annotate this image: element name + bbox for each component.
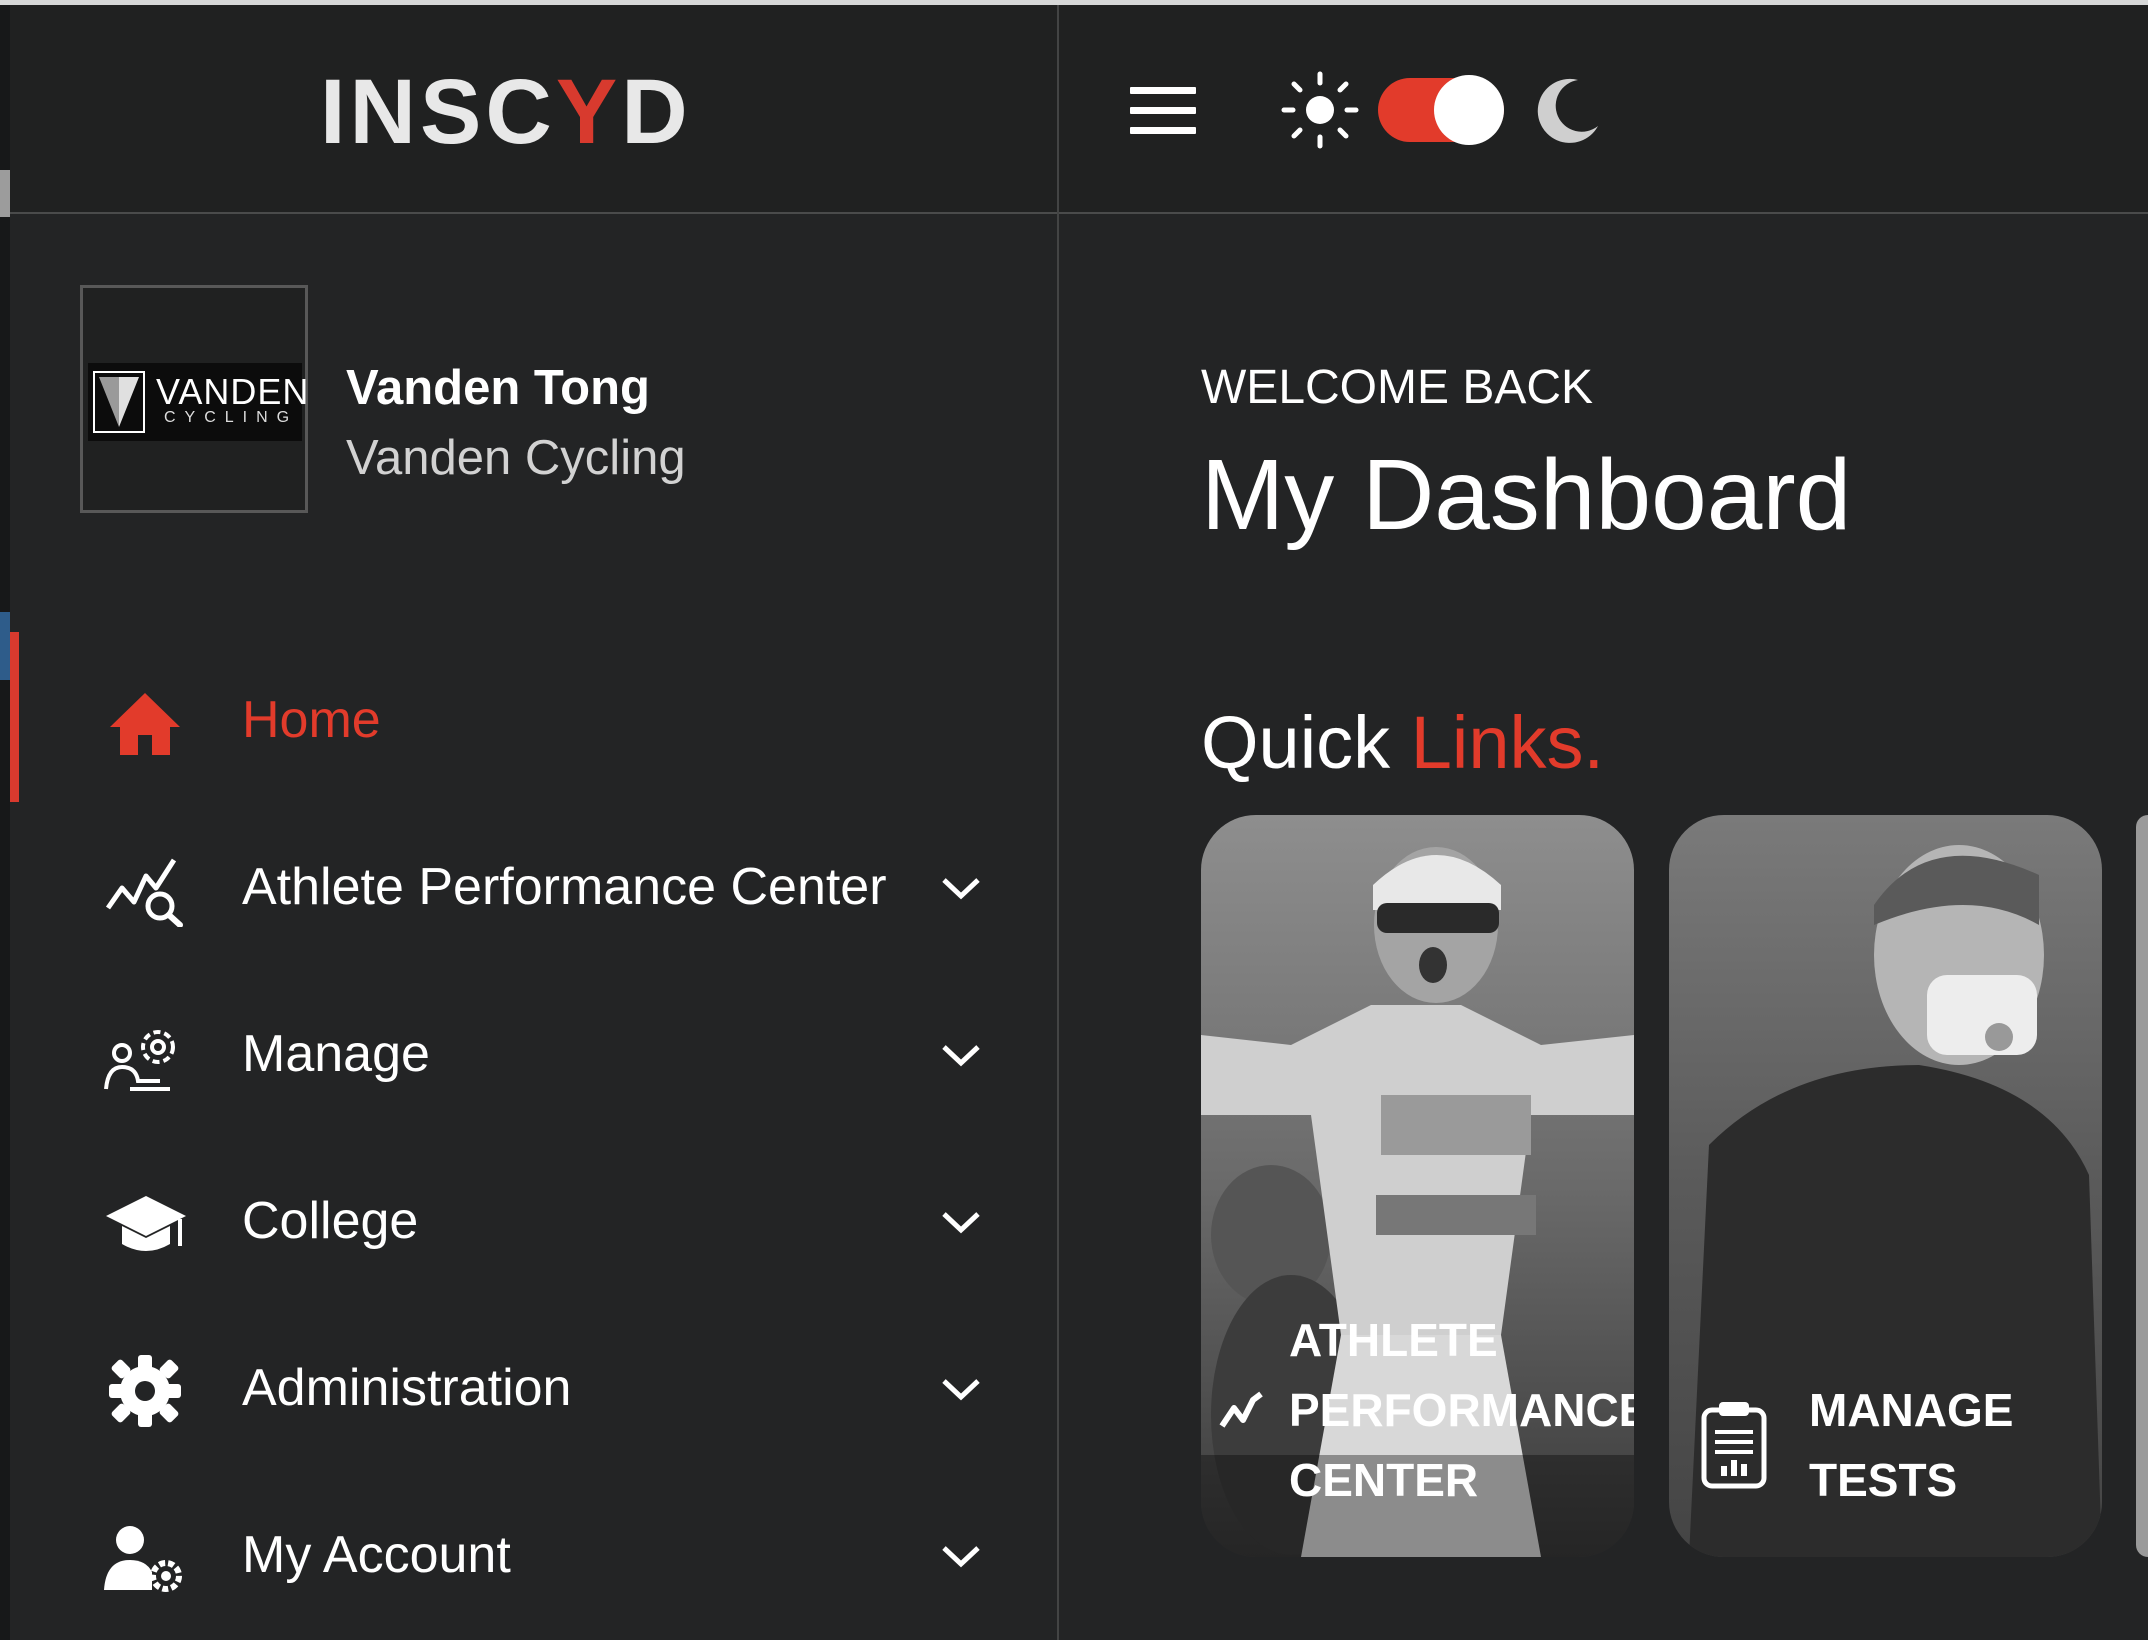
sidebar-item-athlete-performance-center[interactable]: Athlete Performance Center xyxy=(100,830,990,940)
user-name: Vanden Tong xyxy=(346,361,650,415)
clipboard-chart-icon xyxy=(1701,1402,1767,1489)
quick-link-next-card-edge[interactable] xyxy=(2136,815,2148,1557)
chevron-down-icon[interactable] xyxy=(938,1540,984,1570)
sidebar-item-college[interactable]: College xyxy=(100,1164,990,1274)
sidebar-item-label: My Account xyxy=(242,1526,511,1584)
active-nav-indicator xyxy=(10,632,19,802)
sidebar-item-label: Manage xyxy=(242,1025,430,1083)
chevron-down-icon[interactable] xyxy=(938,872,984,902)
toggle-knob xyxy=(1434,75,1504,145)
sidebar-item-label: Athlete Performance Center xyxy=(242,858,887,916)
sidebar-item-label: Administration xyxy=(242,1359,572,1417)
team-logo: VANDEN CYCLING xyxy=(80,285,308,513)
sidebar-item-label: College xyxy=(242,1192,419,1250)
performance-icon xyxy=(1219,1391,1263,1428)
graduation-cap-icon xyxy=(106,1196,186,1251)
card-label: ATHLETE PERFORMANCE CENTER xyxy=(1289,1314,1634,1506)
hamburger-icon[interactable] xyxy=(1130,87,1196,137)
card-label: MANAGE TESTS xyxy=(1809,1384,2014,1506)
window-left-edge xyxy=(0,5,10,1640)
sidebar-divider xyxy=(1057,5,1059,1640)
gear-icon xyxy=(109,1355,181,1427)
logo-text-main: VANDEN xyxy=(156,371,310,412)
people-gear-icon xyxy=(104,1030,175,1091)
inscyd-logo[interactable]: INSCYD xyxy=(320,66,692,158)
sidebar-item-label: Home xyxy=(242,691,381,749)
logo-text-sub: CYCLING xyxy=(164,409,299,426)
sidebar-item-manage[interactable]: Manage xyxy=(100,997,990,1107)
quick-links-heading: Quick Links. xyxy=(1201,701,1605,784)
user-organization: Vanden Cycling xyxy=(346,431,686,485)
page-title: My Dashboard xyxy=(1201,439,1852,551)
quick-link-athlete-performance-center[interactable]: ATHLETE PERFORMANCE CENTER xyxy=(1201,815,1634,1557)
user-gear-icon xyxy=(104,1526,182,1592)
chevron-down-icon[interactable] xyxy=(938,1206,984,1236)
sidebar-item-my-account[interactable]: My Account xyxy=(100,1498,990,1608)
home-icon xyxy=(110,693,180,755)
moon-icon xyxy=(1537,78,1598,143)
welcome-subtitle: WELCOME BACK xyxy=(1201,361,1594,414)
vanden-mark-icon xyxy=(93,371,145,433)
chevron-down-icon[interactable] xyxy=(938,1373,984,1403)
chevron-down-icon[interactable] xyxy=(938,1039,984,1069)
chart-search-icon xyxy=(105,858,183,927)
sidebar-item-administration[interactable]: Administration xyxy=(100,1331,990,1441)
sidebar-item-home[interactable]: Home xyxy=(100,663,990,773)
theme-toggle[interactable] xyxy=(1378,75,1504,145)
sun-icon xyxy=(1281,71,1359,149)
quick-link-manage-tests[interactable]: MANAGE TESTS xyxy=(1669,815,2102,1557)
